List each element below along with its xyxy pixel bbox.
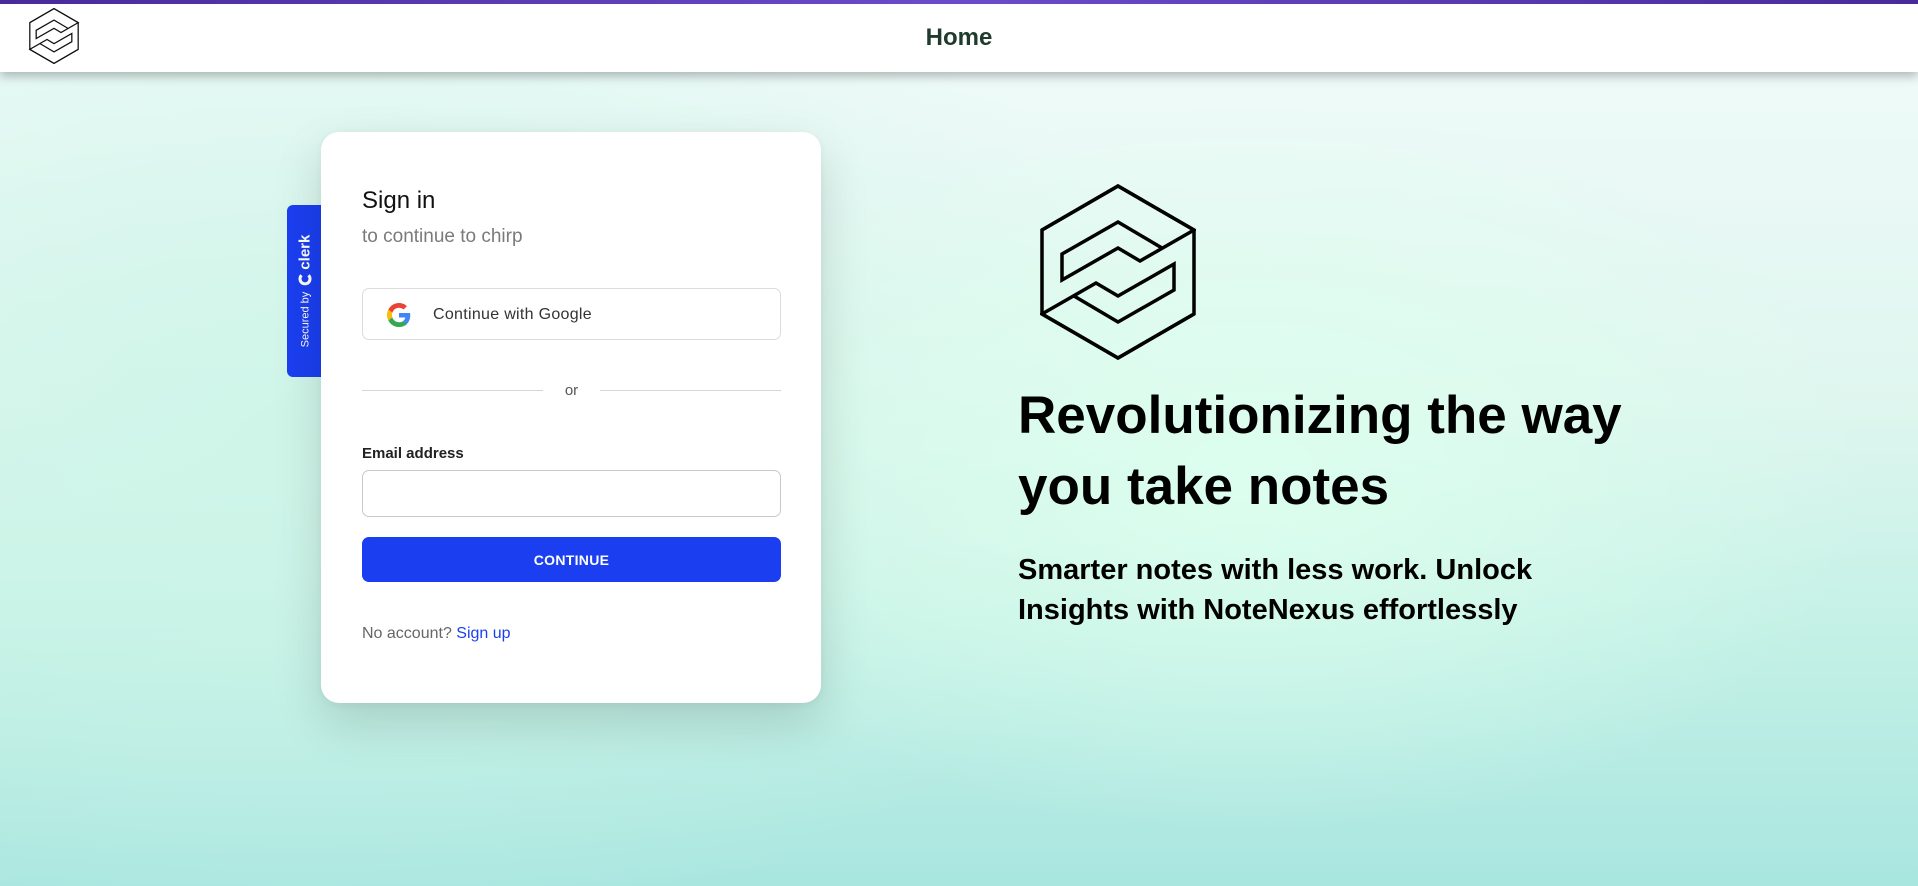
no-account-row: No account? Sign up: [362, 625, 511, 643]
clerk-logo-icon: [298, 272, 312, 286]
top-accent-bar: [0, 0, 1918, 4]
google-button-label: Continue with Google: [433, 306, 592, 323]
google-icon: [387, 303, 411, 327]
clerk-brand: clerk: [297, 235, 314, 286]
signin-title: Sign in: [362, 187, 436, 214]
divider-line-right: [600, 390, 781, 391]
hero-subheading: Smarter notes with less work. Unlock Ins…: [1018, 554, 1533, 626]
email-label: Email address: [362, 445, 464, 462]
clerk-brand-label: clerk: [296, 234, 314, 270]
navbar: Home: [0, 0, 1918, 72]
signin-subtitle: to continue to chirp: [362, 226, 523, 247]
notenexus-logo-icon: [1040, 184, 1196, 360]
divider-line-left: [362, 390, 543, 391]
divider-or: or: [564, 382, 579, 399]
continue-button[interactable]: CONTINUE: [362, 537, 781, 582]
continue-with-google-button[interactable]: Continue with Google: [362, 288, 781, 340]
hero-heading: Revolutionizing the way you take notes: [1018, 386, 1622, 516]
secured-by-label: Secured by: [299, 291, 311, 348]
email-field[interactable]: [362, 470, 781, 517]
signup-link[interactable]: Sign up: [456, 625, 510, 642]
nav-title[interactable]: Home: [0, 24, 1918, 52]
clerk-secured-badge[interactable]: Secured by clerk: [287, 205, 323, 377]
signin-card: Sign in to continue to chirp Continue wi…: [321, 132, 821, 703]
no-account-text: No account?: [362, 625, 452, 642]
